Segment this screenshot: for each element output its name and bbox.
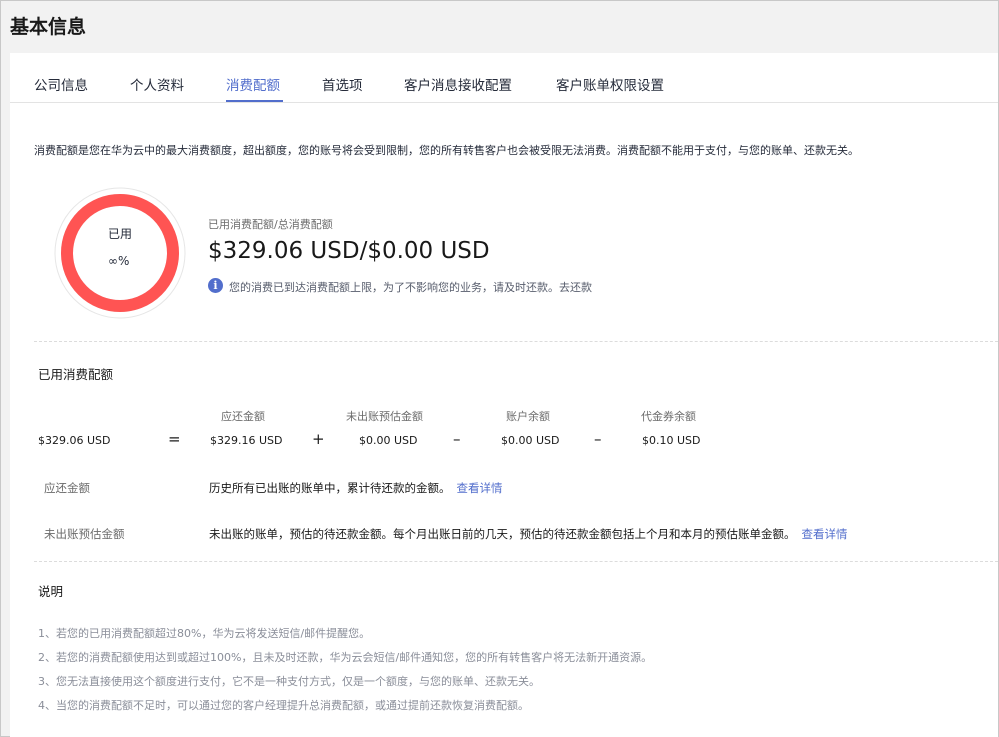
- quota-summary-amount: $329.06 USD/$0.00 USD: [208, 238, 490, 264]
- equals-sign: =: [168, 430, 181, 448]
- tab-customer-message-config[interactable]: 客户消息接收配置: [404, 74, 512, 94]
- active-tab-indicator: [226, 100, 283, 102]
- detail-desc-amount-due: 历史所有已出账的账单中，累计待还款的金额。: [209, 481, 451, 495]
- note-item: 3、您无法直接使用这个额度进行支付，它不是一种支付方式，仅是一个额度，与您的账单…: [38, 675, 540, 688]
- detail-desc-unbilled-estimate: 未出账的账单，预估的待还款金额。每个月出账日前的几天，预估的待还款金额包括上个月…: [209, 527, 796, 541]
- view-details-link-amount-due[interactable]: 查看详情: [457, 481, 503, 495]
- header-voucher-balance: 代金券余额: [641, 410, 696, 423]
- value-account-balance: $0.00 USD: [501, 434, 560, 447]
- content-panel: 公司信息 个人资料 消费配额 首选项 客户消息接收配置 客户账单权限设置 消费配…: [10, 53, 998, 737]
- value-amount-due: $329.16 USD: [210, 434, 283, 447]
- detail-label-amount-due: 应还金额: [44, 481, 90, 495]
- page-title: 基本信息: [10, 16, 87, 38]
- section-divider: [34, 341, 998, 342]
- operator-plus: +: [312, 430, 325, 448]
- ring-used-label: 已用: [108, 227, 133, 241]
- header-amount-due: 应还金额: [221, 410, 265, 423]
- tab-preferences[interactable]: 首选项: [322, 74, 363, 94]
- ring-outer-border: [54, 187, 186, 319]
- note-item: 4、当您的消费配额不足时，可以通过您的客户经理提升总消费配额，或通过提前还款恢复…: [38, 699, 529, 712]
- info-icon: i: [208, 278, 223, 293]
- window-frame: 基本信息 公司信息 个人资料 消费配额 首选项 客户消息接收配置 客户账单权限设…: [0, 0, 999, 737]
- value-unbilled-estimate: $0.00 USD: [359, 434, 418, 447]
- detail-text-amount-due: 历史所有已出账的账单中，累计待还款的金额。 查看详情: [209, 480, 503, 496]
- note-item: 1、若您的已用消费配额超过80%，华为云将发送短信/邮件提醒您。: [38, 627, 371, 640]
- header-account-balance: 账户余额: [506, 410, 550, 423]
- notes-title: 说明: [38, 584, 64, 599]
- section-divider: [34, 561, 998, 562]
- quota-description: 消费配额是您在华为云中的最大消费额度，超出额度，您的账号将会受到限制，您的所有转…: [34, 144, 859, 157]
- value-voucher-balance: $0.10 USD: [642, 434, 701, 447]
- detail-text-unbilled-estimate: 未出账的账单，预估的待还款金额。每个月出账日前的几天，预估的待还款金额包括上个月…: [209, 526, 848, 542]
- used-quota-title: 已用消费配额: [38, 367, 114, 382]
- tab-bar: 公司信息 个人资料 消费配额 首选项 客户消息接收配置 客户账单权限设置: [10, 53, 998, 103]
- tab-spending-quota[interactable]: 消费配额: [226, 74, 280, 94]
- header-unbilled-estimate: 未出账预估金额: [346, 410, 423, 423]
- ring-percent: ∞%: [108, 254, 130, 268]
- used-quota-total: $329.06 USD: [38, 434, 111, 447]
- quota-notice: 您的消费已到达消费配额上限，为了不影响您的业务，请及时还款。去还款: [229, 281, 592, 294]
- view-details-link-unbilled-estimate[interactable]: 查看详情: [802, 527, 848, 541]
- note-item: 2、若您的消费配额使用达到或超过100%，且未及时还款，华为云会短信/邮件通知您…: [38, 651, 653, 664]
- tab-company-info[interactable]: 公司信息: [34, 74, 88, 94]
- quota-summary-subtitle: 已用消费配额/总消费配额: [208, 218, 333, 231]
- tab-profile[interactable]: 个人资料: [130, 74, 184, 94]
- operator-minus-1: –: [453, 430, 461, 448]
- usage-ring-chart: [54, 187, 186, 319]
- tab-customer-bill-permissions[interactable]: 客户账单权限设置: [556, 74, 664, 94]
- usage-ring: 已用 ∞%: [54, 187, 186, 323]
- detail-label-unbilled-estimate: 未出账预估金额: [44, 527, 125, 541]
- operator-minus-2: –: [594, 430, 602, 448]
